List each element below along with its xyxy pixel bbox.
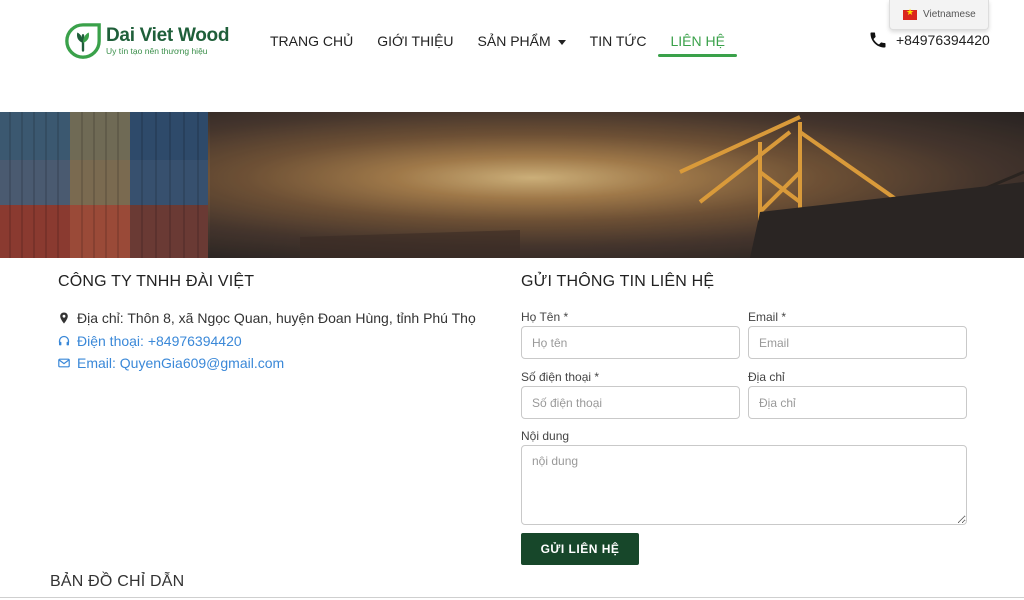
email-input[interactable] [748,326,967,359]
logo-text: Dai Viet Wood Uy tín tạo nên thương hiệu [106,26,229,57]
map-marker-icon [60,312,68,324]
nav-item-about[interactable]: GIỚI THIỆU [365,30,465,52]
envelope-icon [58,358,70,368]
leaf-logo-icon [65,23,101,59]
nav-item-contact[interactable]: LIÊN HỆ [658,30,738,57]
banner-illustration [0,112,1024,258]
language-switcher[interactable]: Vietnamese [889,0,989,30]
nav-item-home[interactable]: TRANG CHỦ [258,30,365,52]
message-textarea[interactable] [521,445,967,525]
company-phone-link[interactable]: Điện thoại: +84976394420 [58,333,242,349]
site-header: Dai Viet Wood Uy tín tạo nên thương hiệu… [0,0,1024,112]
phone-input[interactable] [521,386,740,419]
message-label: Nội dung [521,429,570,443]
header-phone[interactable]: +84976394420 [868,30,990,50]
nav-label: LIÊN HỆ [670,33,725,49]
company-address: Địa chỉ: Thôn 8, xã Ngọc Quan, huyện Đoa… [58,310,476,326]
email-label: Email * [748,310,787,324]
company-name: CÔNG TY TNHH ĐÀI VIỆT [58,273,255,290]
form-title: GỬI THÔNG TIN LIÊN HỆ [521,273,715,290]
brand-tagline: Uy tín tạo nên thương hiệu [106,46,208,56]
address-input[interactable] [748,386,967,419]
name-label: Họ Tên * [521,310,569,324]
company-email-text: Email: QuyenGia609@gmail.com [77,355,285,371]
vietnam-flag-icon [903,7,917,20]
company-email-link[interactable]: Email: QuyenGia609@gmail.com [58,355,284,371]
map-section-title: BẢN ĐỒ CHỈ DẪN [50,573,185,590]
nav-label: GIỚI THIỆU [377,33,454,49]
header-phone-number: +84976394420 [896,32,990,48]
name-input[interactable] [521,326,740,359]
brand-name-part2: Wood [177,25,230,46]
headphones-icon [58,335,70,346]
section-divider [0,597,1024,598]
phone-label: Số điện thoại * [521,370,600,384]
phone-icon [870,32,886,48]
nav-item-news[interactable]: TIN TỨC [578,30,659,52]
nav-label: TRANG CHỦ [270,33,354,49]
language-label: Vietnamese [923,9,976,20]
main-nav: TRANG CHỦ GIỚI THIỆU SẢN PHẨM TIN TỨC LI… [258,30,738,57]
hero-banner-image [0,112,1024,258]
brand-name: Dai Viet Wood [106,26,229,46]
submit-contact-button[interactable]: GỬI LIÊN HỆ [521,533,639,565]
nav-item-products[interactable]: SẢN PHẨM [466,30,578,52]
nav-label: TIN TỨC [589,33,647,49]
caret-down-icon [557,39,566,45]
site-logo[interactable]: Dai Viet Wood Uy tín tạo nên thương hiệu [64,22,229,60]
company-address-text: Địa chỉ: Thôn 8, xã Ngọc Quan, huyện Đoa… [77,310,476,326]
address-label: Địa chỉ [748,370,785,384]
nav-label: SẢN PHẨM [477,33,551,49]
company-phone-text: Điện thoại: +84976394420 [77,333,242,349]
brand-name-part1: Dai Viet [106,25,173,46]
